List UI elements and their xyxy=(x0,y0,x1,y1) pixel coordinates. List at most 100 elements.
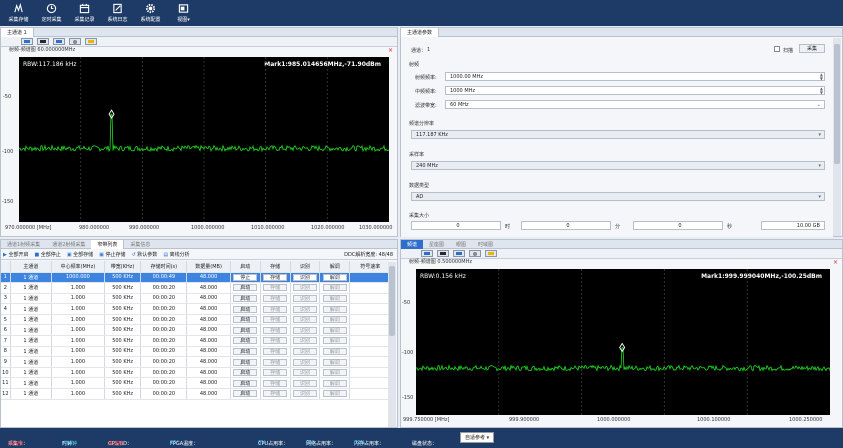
ident-button[interactable]: 识别 xyxy=(292,284,317,292)
table-scrollbar[interactable] xyxy=(388,262,396,427)
column-header[interactable]: 存储 xyxy=(260,261,291,273)
scrollbar-thumb[interactable] xyxy=(389,266,395,336)
display-mode-icon[interactable] xyxy=(421,250,433,257)
tab-time-domain[interactable]: 时域图 xyxy=(472,240,499,249)
start-button[interactable]: 启动 xyxy=(233,379,258,387)
ident-button[interactable]: 识别 xyxy=(292,305,317,313)
scrollbar-thumb[interactable] xyxy=(834,44,840,164)
column-header[interactable] xyxy=(1,261,11,273)
table-row[interactable]: 11 1 通道 1.000 500 KHz 00:00:20 48.000 启动 存储 识别 解调 xyxy=(1,377,389,390)
start-button[interactable]: 启动 xyxy=(233,316,258,324)
disk-select[interactable]: 自适参考 ▾ xyxy=(460,432,495,443)
resolution-select[interactable]: 117.187 KHz ▾ xyxy=(411,130,825,139)
if-freq-input[interactable]: 1000 MHz ▲ ▼ xyxy=(445,86,825,95)
trace-color-icon[interactable] xyxy=(437,250,449,257)
close-icon[interactable]: × xyxy=(833,259,838,266)
sample-rate-select[interactable]: 240 MHz ▾ xyxy=(411,161,825,170)
zoom-icon[interactable] xyxy=(53,38,65,45)
store-all-button[interactable]: ▣ 全部存储 xyxy=(67,251,93,258)
size-minutes-input[interactable]: 0 xyxy=(521,221,611,230)
params-scrollbar[interactable] xyxy=(833,38,841,236)
column-header[interactable]: 启动 xyxy=(230,261,261,273)
table-row[interactable]: 61 通道 1.000 500 KHz 00:00:20 48.000 启动 存储 识别 解调 xyxy=(1,324,389,337)
column-header[interactable]: 存储时间(s) xyxy=(140,261,188,273)
demod-button[interactable]: 解调 xyxy=(322,369,347,377)
tab-constellation[interactable]: 星座图 xyxy=(423,240,450,249)
display-mode-icon[interactable] xyxy=(21,38,33,45)
store-button[interactable]: 存储 xyxy=(263,284,288,292)
store-button[interactable]: 存储 xyxy=(263,294,288,302)
ident-button[interactable]: 识别 xyxy=(292,390,317,398)
ident-button[interactable]: 识别 xyxy=(292,369,317,377)
rf-freq-input[interactable]: 1000.00 MHz ▲ ▼ xyxy=(445,72,825,81)
trace-color-icon[interactable] xyxy=(37,38,49,45)
demod-button[interactable]: 解调 xyxy=(322,294,347,302)
spinner-icon[interactable]: ▲ ▼ xyxy=(820,87,823,95)
store-button[interactable]: 存储 xyxy=(263,305,288,313)
table-row[interactable]: 71 通道 1.000 500 KHz 00:00:20 48.000 启动 存储 识别 解调 xyxy=(1,335,389,347)
demod-button[interactable]: 解调 xyxy=(322,284,347,292)
start-button[interactable]: 启动 xyxy=(233,294,258,302)
table-row[interactable]: 21 通道 1.000 500 KHz 00:00:20 48.000 启动 存储 识别 解调 xyxy=(1,282,389,294)
offline-analysis-button[interactable]: ▤ 离线分析 xyxy=(163,251,189,258)
stop-all-button[interactable]: ■ 全部停止 xyxy=(34,251,60,258)
store-button[interactable]: 存储 xyxy=(263,316,288,324)
column-header[interactable]: 带宽(KHz) xyxy=(104,261,142,273)
table-row[interactable]: 31 通道 1.000 500 KHz 00:00:20 48.000 启动 存储 识别 解调 xyxy=(1,293,389,305)
demod-button[interactable]: 解调 xyxy=(322,379,347,387)
tab-spectrum[interactable]: 频谱 xyxy=(401,240,424,249)
view-menu-button[interactable]: 视图▾ xyxy=(171,0,196,26)
table-row[interactable]: 91 通道 1.000 500 KHz 00:00:20 48.000 启动 存储 识别 解调 xyxy=(1,356,389,368)
tab-eye-diagram[interactable]: 眼图 xyxy=(450,240,472,249)
ident-button[interactable]: 识别 xyxy=(292,316,317,324)
start-button[interactable]: 启动 xyxy=(233,326,258,334)
size-total-input[interactable]: 10.00 GB xyxy=(761,221,825,230)
start-button[interactable]: 启动 xyxy=(233,337,258,345)
start-button[interactable]: 启动 xyxy=(233,347,258,355)
stop-store-button[interactable]: ▣ 停止存储 xyxy=(99,251,125,258)
size-hours-input[interactable]: 0 xyxy=(411,221,501,230)
store-button[interactable]: 存储 xyxy=(263,347,288,355)
ident-button[interactable]: 识别 xyxy=(292,326,317,334)
size-seconds-input[interactable]: 0 xyxy=(633,221,723,230)
demod-button[interactable]: 解调 xyxy=(322,358,347,366)
tab-ch1-capture[interactable]: 通道1射频采集 xyxy=(1,240,46,249)
open-all-button[interactable]: ▶ 全部开启 xyxy=(3,251,28,258)
ident-button[interactable]: 识别 xyxy=(292,294,317,302)
demod-button[interactable]: 解调 xyxy=(322,390,347,398)
column-header[interactable]: 符号速率 xyxy=(349,261,389,273)
table-row[interactable]: 10 1 通道 1.000 500 KHz 00:00:20 48.000 启动 存储 识别 解调 xyxy=(1,367,389,379)
table-row[interactable]: 12 1 通道 1.000 500 KHz 00:00:20 48.000 启动 存储 识别 解调 xyxy=(1,388,389,400)
store-button[interactable]: 存储 xyxy=(263,390,288,398)
zoom-icon[interactable] xyxy=(453,250,465,257)
ident-button[interactable]: 识别 xyxy=(292,347,317,355)
demod-button[interactable]: 解调 xyxy=(322,326,347,334)
close-icon[interactable]: × xyxy=(388,47,393,54)
start-button[interactable]: 启动 xyxy=(233,284,258,292)
store-button[interactable]: 存储 xyxy=(263,369,288,377)
store-button[interactable]: 存储 xyxy=(263,358,288,366)
start-button[interactable]: 启动 xyxy=(233,390,258,398)
settings-icon[interactable] xyxy=(69,38,81,45)
data-type-select[interactable]: AD ▾ xyxy=(411,192,825,201)
capture-records-button[interactable]: 采集记录 xyxy=(72,0,97,26)
tab-capture-info[interactable]: 采集信息 xyxy=(124,240,156,249)
sub-spectrum-plot[interactable]: RBW:0.156 kHz Mark1:999.999040MHz,-100.2… xyxy=(416,269,830,415)
table-row[interactable]: 81 通道 1.000 500 KHz 00:00:20 48.000 启动 存储 识别 解调 xyxy=(1,346,389,358)
ident-button[interactable]: 识别 xyxy=(292,358,317,366)
capture-store-button[interactable]: 采集存储 xyxy=(6,0,31,26)
ident-button[interactable]: 识别 xyxy=(292,379,317,387)
tab-main-channel[interactable]: 主通道 1 xyxy=(1,28,34,37)
tab-narrowband-list[interactable]: 窄带列表 xyxy=(91,240,125,249)
start-button[interactable]: 停止 xyxy=(233,273,258,281)
column-header[interactable]: 数据量(MB) xyxy=(186,261,231,273)
start-button[interactable]: 启动 xyxy=(233,369,258,377)
default-params-button[interactable]: ↺ 默认参数 xyxy=(132,251,158,258)
collect-button[interactable]: 采集 xyxy=(799,44,825,53)
tab-main-params[interactable]: 主通道参数 xyxy=(401,28,440,37)
store-button[interactable]: 存储 xyxy=(263,337,288,345)
table-row[interactable]: 51 通道 1.000 500 KHz 00:00:20 48.000 启动 存储 识别 解调 xyxy=(1,314,389,326)
spinner-icon[interactable]: ▲ ▼ xyxy=(820,73,823,81)
demod-button[interactable]: 解调 xyxy=(322,337,347,345)
start-button[interactable]: 启动 xyxy=(233,305,258,313)
